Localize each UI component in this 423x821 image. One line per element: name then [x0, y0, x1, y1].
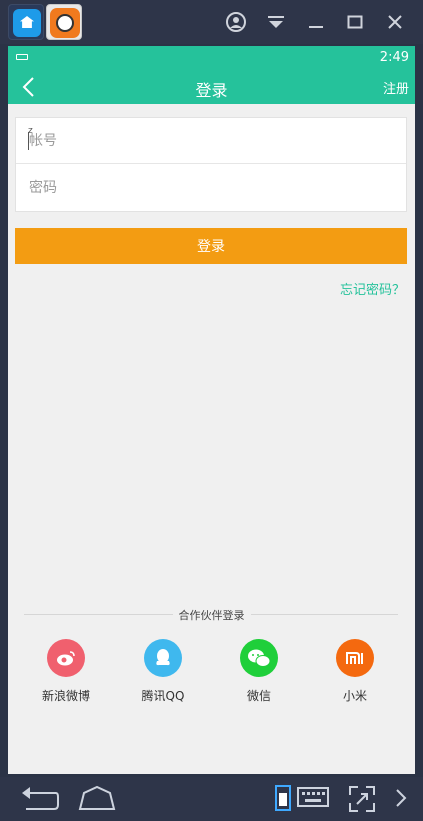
- password-field-row: [16, 165, 406, 211]
- keyboard-icon[interactable]: [296, 785, 330, 811]
- login-form: z: [15, 117, 407, 212]
- forgot-password-link[interactable]: 忘记密码？: [340, 279, 405, 298]
- close-icon[interactable]: [381, 8, 409, 36]
- account-input[interactable]: [16, 118, 406, 163]
- app-bar: 登录 注册: [8, 70, 415, 104]
- game-app-icon[interactable]: [46, 4, 82, 40]
- minimize-icon[interactable]: [302, 8, 330, 36]
- wechat-icon: [240, 639, 278, 677]
- weibo-login-button[interactable]: 新浪微博: [26, 639, 106, 704]
- home-app-icon[interactable]: [8, 4, 44, 40]
- keyboard-status-icon: [16, 54, 28, 60]
- wechat-login-button[interactable]: 微信: [219, 639, 299, 704]
- xiaomi-login-button[interactable]: 小米: [315, 639, 395, 704]
- qq-label: 腾讯QQ: [141, 689, 185, 703]
- partner-login-title: 合作伙伴登录: [172, 609, 251, 622]
- home-nav-icon[interactable]: [78, 785, 116, 811]
- chevron-right-icon[interactable]: [394, 785, 408, 811]
- account-field-row: z: [16, 118, 406, 164]
- qq-icon: [144, 639, 182, 677]
- android-screen: 2:49 登录 注册 z 登录 忘记密码？ 合作伙伴登录 新浪微博 腾讯QQ: [8, 46, 415, 774]
- dropdown-icon[interactable]: [262, 8, 290, 36]
- status-time: 2:49: [379, 50, 409, 65]
- account-icon[interactable]: [222, 8, 250, 36]
- back-nav-icon[interactable]: [20, 785, 60, 813]
- weibo-label: 新浪微博: [41, 689, 90, 703]
- wechat-label: 微信: [246, 689, 271, 703]
- status-bar: 2:49: [8, 46, 415, 70]
- login-button[interactable]: 登录: [15, 228, 407, 264]
- xiaomi-icon: [336, 639, 374, 677]
- emulator-title-bar: [0, 0, 423, 44]
- portrait-mode-icon[interactable]: [274, 784, 292, 812]
- qq-login-button[interactable]: 腾讯QQ: [123, 639, 203, 704]
- fullscreen-icon[interactable]: [348, 785, 376, 813]
- register-button[interactable]: 注册: [383, 78, 409, 97]
- weibo-icon: [47, 639, 85, 677]
- maximize-icon[interactable]: [341, 8, 369, 36]
- emulator-nav-bar: [0, 777, 423, 821]
- password-input[interactable]: [16, 165, 406, 211]
- page-title: 登录: [195, 81, 228, 100]
- xiaomi-label: 小米: [342, 689, 367, 703]
- partner-login-title-wrap: 合作伙伴登录: [8, 607, 415, 623]
